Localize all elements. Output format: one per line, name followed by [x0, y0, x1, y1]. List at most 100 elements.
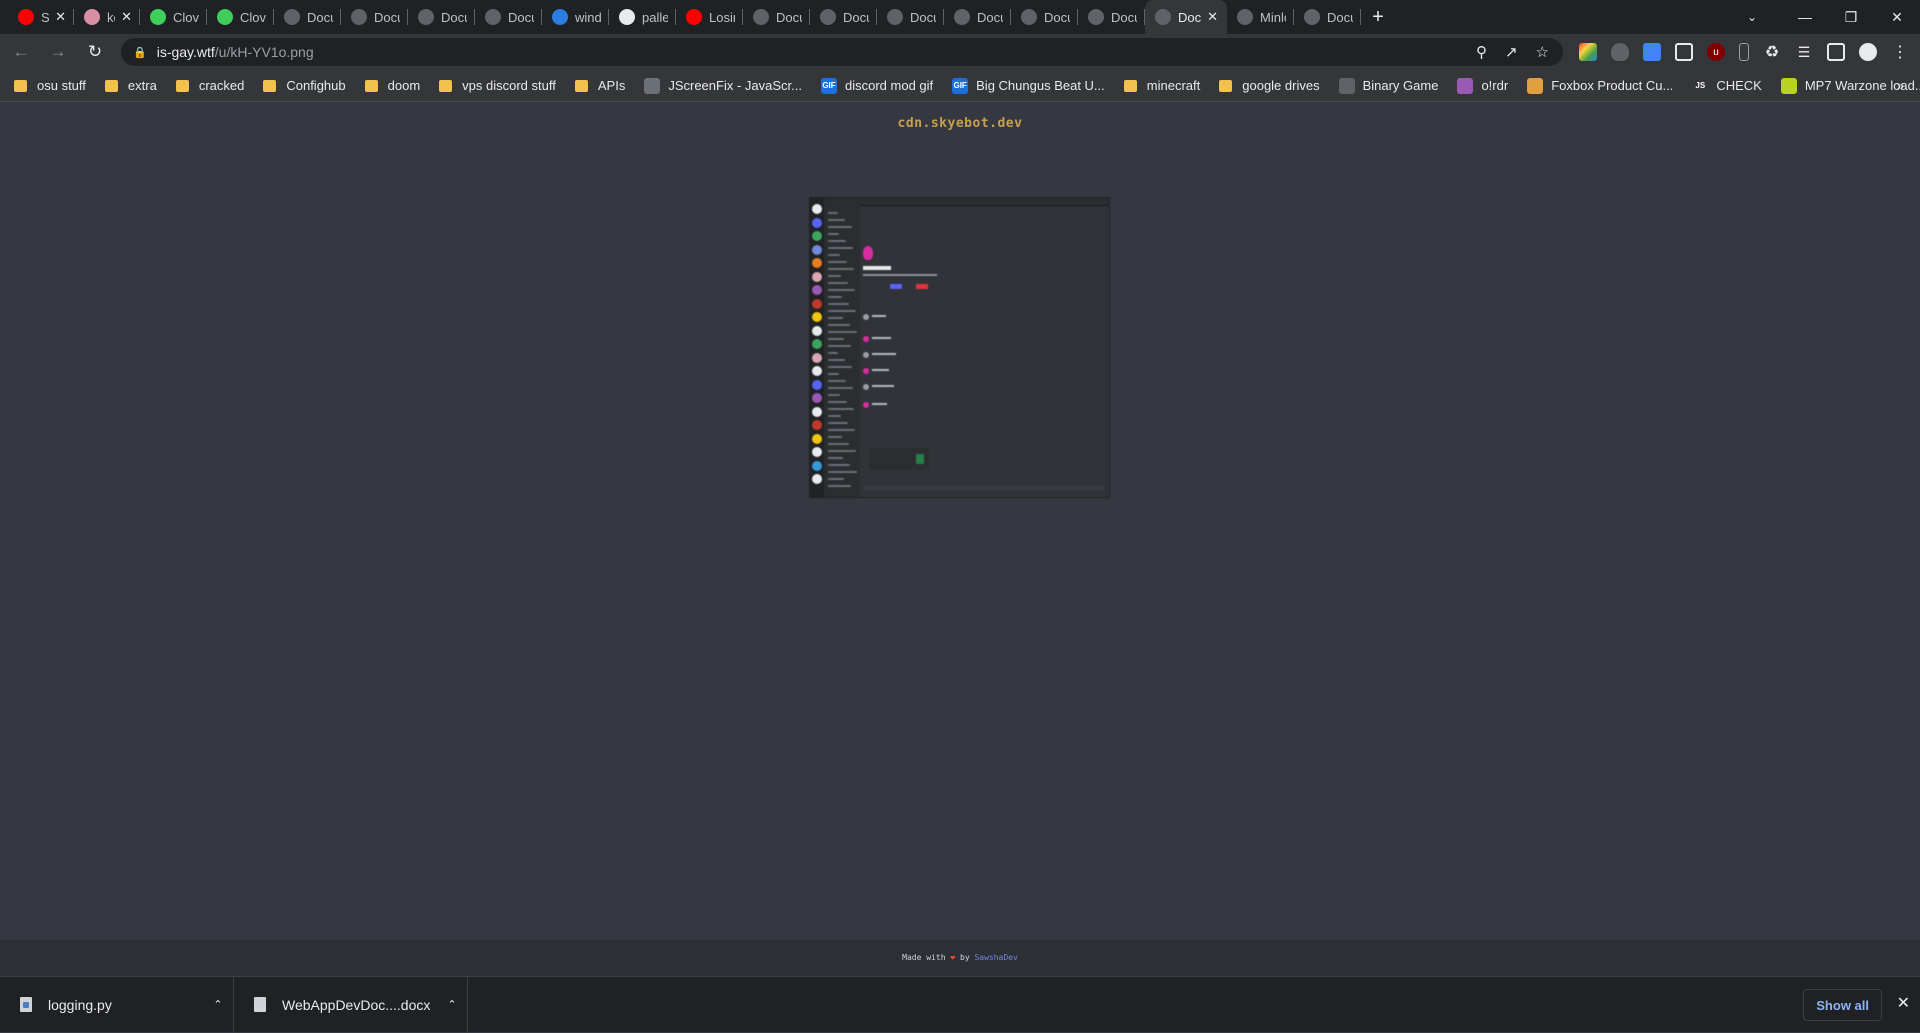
download-item[interactable]: logging.py ⌃ [0, 976, 234, 1033]
bookmark-item[interactable]: minecraft [1123, 78, 1201, 93]
chevron-up-icon[interactable]: ⌃ [437, 998, 467, 1011]
restore-icon[interactable]: ❐ [1828, 0, 1874, 34]
close-window-icon[interactable]: ✕ [1874, 0, 1920, 34]
translate-extension-icon[interactable] [1643, 43, 1661, 61]
server-icon [812, 271, 822, 282]
bookmark-item[interactable]: Binary Game [1338, 77, 1439, 94]
tab[interactable]: Losing [676, 0, 743, 34]
download-shelf: logging.py ⌃ WebAppDevDoc....docx ⌃ Show all… [0, 976, 1920, 1033]
tab[interactable]: Docume [274, 0, 341, 34]
tab-title: Docume [307, 9, 333, 25]
bookmark-item[interactable]: JS CHECK [1692, 77, 1762, 94]
folder-icon [364, 79, 378, 92]
chrome-menu-icon[interactable]: ⋮ [1891, 43, 1909, 61]
tab[interactable]: Docume [1294, 0, 1361, 34]
side-panel-icon[interactable] [1827, 43, 1845, 61]
close-shelf-icon[interactable]: ✕ [1897, 993, 1910, 1013]
tab[interactable]: kes ✕ [74, 0, 140, 34]
media-queue-icon[interactable]: ☰ [1795, 43, 1813, 61]
tab[interactable]: Sch ✕ [8, 0, 74, 34]
tab[interactable]: Docume [475, 0, 542, 34]
download-filename: WebAppDevDoc....docx [282, 996, 431, 1013]
close-tab-icon[interactable]: ✕ [55, 9, 66, 25]
server-icon [812, 285, 822, 295]
zoom-icon[interactable]: ⚲ [1476, 43, 1487, 61]
bookmark-label: JScreenFix - JavaScr... [668, 78, 802, 93]
tab[interactable]: Docume [341, 0, 408, 34]
tab[interactable]: Docume [810, 0, 877, 34]
server-icon [812, 460, 822, 471]
bookmark-item[interactable]: cracked [175, 78, 244, 93]
bookmark-item[interactable]: Foxbox Product Cu... [1527, 77, 1673, 94]
bookmark-item[interactable]: o!rdr [1457, 77, 1508, 94]
download-item[interactable]: WebAppDevDoc....docx ⌃ [234, 976, 468, 1033]
tab[interactable]: Doc ✕ [1145, 0, 1227, 34]
anime-avatar-icon [84, 9, 100, 25]
tab-title: Doc [1178, 9, 1202, 25]
bookmark-label: minecraft [1146, 78, 1201, 93]
share-icon[interactable]: ↗ [1505, 43, 1518, 61]
bookmark-item[interactable]: osu stuff [14, 78, 86, 93]
bookmark-item[interactable]: GIF Big Chungus Beat U... [952, 77, 1105, 94]
minimize-icon[interactable]: — [1782, 0, 1828, 34]
show-all-button[interactable]: Show all [1803, 989, 1882, 1021]
tab[interactable]: Docume [1011, 0, 1078, 34]
ublock-origin-icon[interactable]: u [1707, 43, 1725, 61]
channel-row [828, 457, 843, 459]
bookmark-item[interactable]: JScreenFix - JavaScr... [644, 77, 802, 94]
bookmark-item[interactable]: vps discord stuff [439, 78, 556, 93]
ordr-icon [1457, 77, 1474, 94]
profile-avatar-icon[interactable] [1859, 43, 1877, 61]
gif-icon: GIF [952, 77, 969, 94]
new-tab-icon[interactable]: + [1361, 0, 1395, 34]
tab[interactable]: Docume [743, 0, 810, 34]
chevron-up-icon[interactable]: ⌃ [203, 998, 233, 1011]
tab[interactable]: Clovux [140, 0, 207, 34]
bookmark-item[interactable]: Confighub [263, 78, 346, 93]
bookmark-star-icon[interactable]: ☆ [1536, 43, 1549, 61]
tampermonkey-extension-icon[interactable] [1675, 43, 1693, 61]
reload-icon[interactable]: ↻ [79, 36, 111, 68]
more-bookmarks-icon[interactable]: » [1897, 78, 1904, 93]
channel-row [828, 212, 838, 214]
bookmark-item[interactable]: extra [104, 78, 157, 93]
server-icon [812, 339, 822, 349]
bookmark-label: google drives [1242, 78, 1320, 93]
address-bar[interactable]: 🔒 is-gay.wtf/u/kH-YV1o.png ⚲ ↗ ☆ [121, 38, 1563, 66]
back-icon[interactable]: ← [5, 36, 37, 68]
tab-title: Losing [709, 9, 735, 25]
bookmark-item[interactable]: google drives [1219, 78, 1320, 93]
device-extension-icon[interactable] [1739, 43, 1749, 61]
footer-author-link[interactable]: SawshaDev [974, 953, 1017, 962]
tab[interactable]: Docume [944, 0, 1011, 34]
tab[interactable]: Docume [877, 0, 944, 34]
bookmark-label: vps discord stuff [462, 78, 556, 93]
bookmark-item[interactable]: GIF discord mod gif [820, 77, 933, 94]
bookmark-label: Confighub [286, 78, 346, 93]
bookmark-item[interactable]: APIs [574, 78, 625, 93]
close-tab-icon[interactable]: ✕ [121, 9, 132, 25]
close-tab-icon[interactable]: ✕ [1207, 9, 1218, 25]
server-icon [812, 474, 822, 484]
bookmark-label: osu stuff [37, 78, 86, 93]
lock-icon[interactable]: 🔒 [133, 46, 147, 59]
tab-search-icon[interactable]: ⌄ [1732, 0, 1772, 34]
tab[interactable]: pallets/ [609, 0, 676, 34]
tab[interactable]: Docume [1078, 0, 1145, 34]
globe-icon [1304, 9, 1320, 25]
tab-title: Clovux [240, 9, 266, 25]
channel-row [828, 366, 852, 368]
tab[interactable]: Clovux [207, 0, 274, 34]
shield-extension-icon[interactable] [1611, 43, 1629, 61]
extensions-area: u ♻ ☰ ⋮ [1579, 43, 1909, 61]
bookmark-label: Binary Game [1362, 78, 1439, 93]
forward-icon[interactable]: → [42, 36, 74, 68]
tab-title: Docume [776, 9, 802, 25]
tab[interactable]: Minlor [1227, 0, 1294, 34]
tab[interactable]: Docume [408, 0, 475, 34]
bookmark-item[interactable]: doom [364, 78, 420, 93]
color-picker-extension-icon[interactable] [1579, 43, 1597, 61]
box-icon [1527, 77, 1544, 94]
extensions-puzzle-icon[interactable]: ♻ [1763, 43, 1781, 61]
tab[interactable]: window [542, 0, 609, 34]
